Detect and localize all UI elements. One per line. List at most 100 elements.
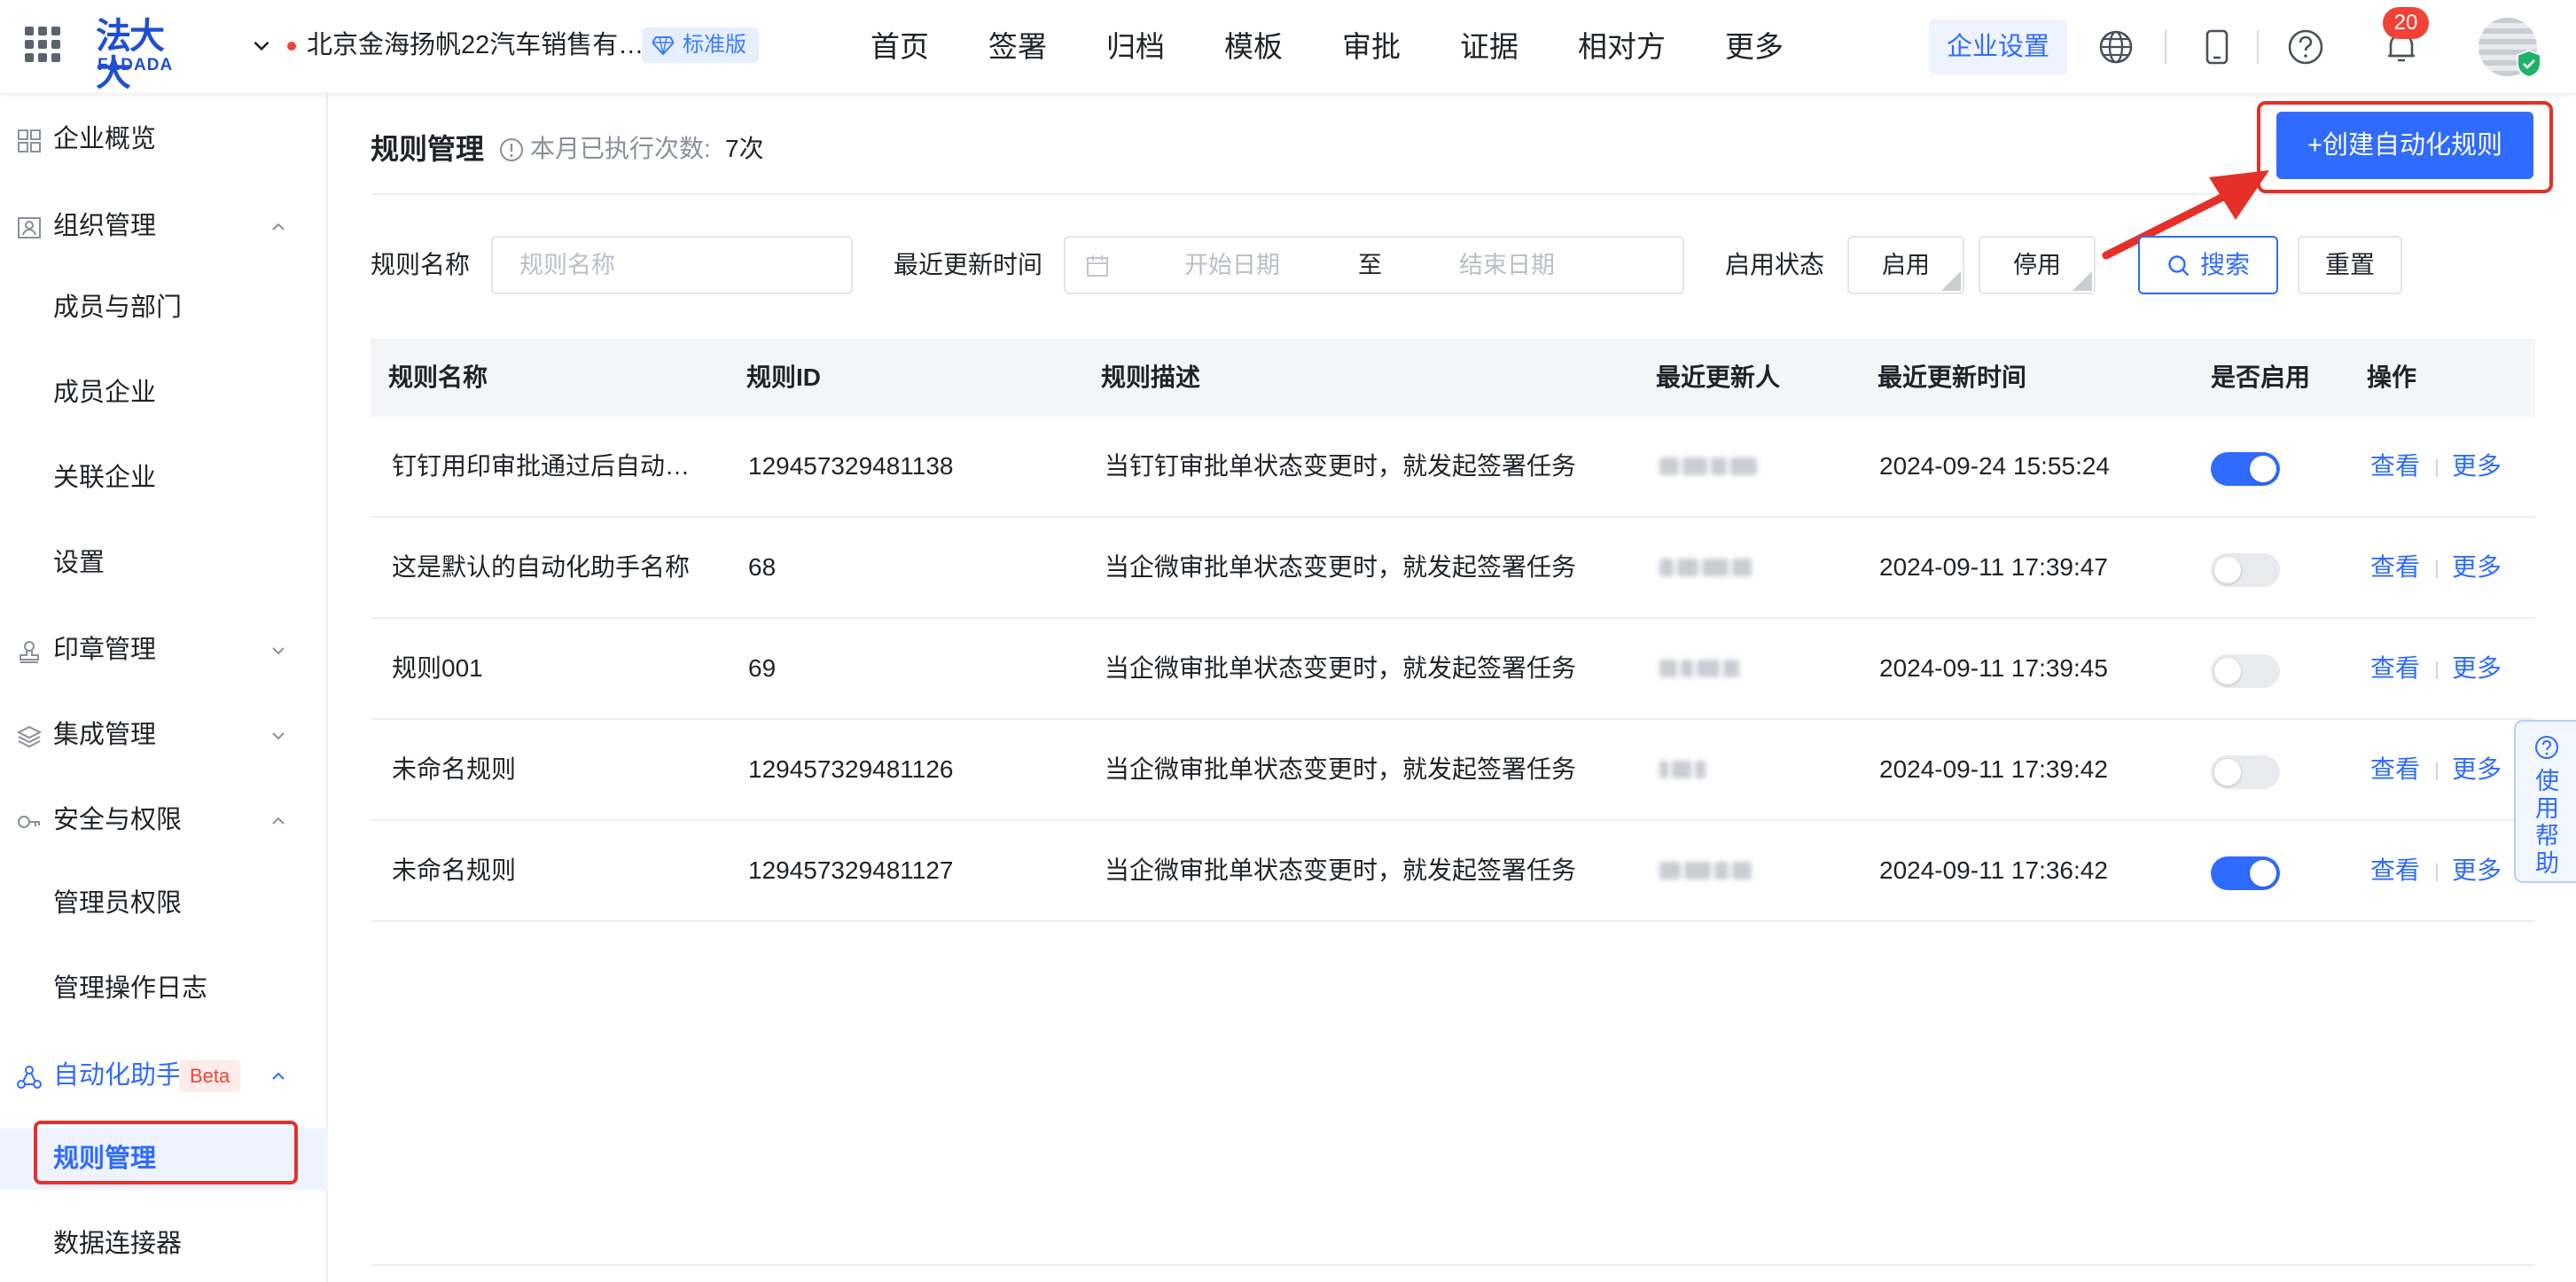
nav-evidence[interactable]: 证据 (1460, 0, 1518, 94)
start-date-placeholder: 开始日期 (1184, 252, 1280, 278)
nav-sign[interactable]: 签署 (988, 0, 1047, 94)
sidebar-item-operation-log[interactable]: 管理操作日志 (0, 958, 328, 1020)
view-link[interactable]: 查看 (2370, 720, 2420, 819)
table-body: 钉钉用印审批通过后自动… 129457329481138 当钉钉审批单状态变更时… (371, 417, 2535, 922)
view-link[interactable]: 查看 (2370, 619, 2420, 718)
nav-template[interactable]: 模板 (1224, 0, 1283, 94)
sidebar-item-label: 成员企业 (53, 379, 157, 407)
sidebar-item-overview[interactable]: 企业概览 (0, 108, 328, 170)
sidebar-item-label: 管理操作日志 (53, 974, 208, 1003)
globe-icon[interactable] (2096, 27, 2136, 67)
more-link[interactable]: 更多 (2452, 720, 2502, 819)
view-link[interactable]: 查看 (2370, 518, 2420, 617)
enable-toggle[interactable] (2211, 654, 2280, 688)
chevron-down-icon[interactable] (250, 34, 273, 57)
cell-rule-desc: 当企微审批单状态变更时，就发起签署任务 (1105, 755, 1577, 783)
search-icon (2168, 255, 2190, 277)
sidebar-item-related-companies[interactable]: 关联企业 (0, 447, 328, 509)
more-link[interactable]: 更多 (2452, 821, 2502, 920)
cell-rule-name: 未命名规则 (392, 755, 517, 783)
enable-toggle[interactable] (2211, 553, 2280, 587)
cell-updated-time: 2024-09-11 17:39:45 (1879, 654, 2108, 682)
cell-rule-id: 129457329481126 (748, 755, 954, 783)
sidebar-item-settings[interactable]: 设置 (0, 532, 328, 594)
toggle-knob (2250, 860, 2276, 887)
toggle-knob (2214, 658, 2241, 684)
sidebar-group-integration[interactable]: 集成管理 (0, 704, 328, 766)
key-icon (18, 816, 40, 828)
enterprise-settings-button[interactable]: 企业设置 (1929, 20, 2067, 74)
sidebar-item-members[interactable]: 成员与部门 (0, 277, 328, 339)
search-label: 搜索 (2200, 251, 2251, 278)
sidebar-item-member-companies[interactable]: 成员企业 (0, 362, 328, 424)
divider (2436, 560, 2438, 578)
sidebar-item-admin-permissions[interactable]: 管理员权限 (0, 872, 328, 934)
cell-updater-redacted (1659, 559, 1752, 578)
status-enabled-button[interactable]: 启用 (1847, 236, 1964, 294)
nav-counterparty[interactable]: 相对方 (1578, 0, 1666, 94)
more-link[interactable]: 更多 (2452, 619, 2502, 718)
avatar[interactable] (2478, 18, 2541, 78)
date-range-separator: 至 (1358, 252, 1382, 278)
fadada-logo[interactable]: 法大大 FADADA (96, 18, 188, 92)
table-row: 这是默认的自动化助手名称 68 当企微审批单状态变更时，就发起签署任务 2024… (371, 518, 2535, 619)
company-switcher[interactable]: 北京金海扬帆22汽车销售有… (307, 28, 644, 62)
sidebar-group-seals[interactable]: 印章管理 (0, 619, 328, 681)
search-button[interactable]: 搜索 (2138, 236, 2278, 294)
rule-name-input[interactable]: 规则名称 (491, 236, 853, 294)
rule-name-placeholder: 规则名称 (519, 252, 615, 278)
status-disabled-button[interactable]: 停用 (1979, 236, 2096, 294)
enable-toggle[interactable] (2211, 856, 2280, 890)
help-float-button[interactable]: 使用帮助 (2514, 720, 2576, 883)
nav-home[interactable]: 首页 (870, 0, 929, 94)
status-enabled-label: 启用 (1882, 252, 1930, 278)
edition-badge: 标准版 (642, 27, 759, 63)
col-header-updated-time: 最近更新时间 (1877, 363, 2027, 391)
reset-button[interactable]: 重置 (2298, 236, 2402, 294)
more-link[interactable]: 更多 (2452, 518, 2502, 617)
sidebar-item-label: 数据连接器 (53, 1230, 183, 1258)
view-link[interactable]: 查看 (2370, 821, 2420, 920)
cell-rule-desc: 当企微审批单状态变更时，就发起签署任务 (1105, 553, 1577, 581)
sidebar-group-organization[interactable]: 组织管理 (0, 195, 328, 257)
info-icon (500, 138, 523, 161)
sidebar-group-automation[interactable]: 自动化助手 Beta (0, 1044, 328, 1106)
nav-approval[interactable]: 审批 (1342, 0, 1401, 94)
cell-updated-time: 2024-09-11 17:39:42 (1879, 755, 2108, 783)
table-row: 钉钉用印审批通过后自动… 129457329481138 当钉钉审批单状态变更时… (371, 417, 2535, 518)
corner-mark (2073, 271, 2092, 291)
cell-rule-id: 129457329481127 (748, 856, 954, 884)
more-link[interactable]: 更多 (2452, 417, 2502, 516)
app-grid-icon[interactable] (25, 27, 60, 62)
sidebar-item-data-connector[interactable]: 数据连接器 (0, 1213, 328, 1275)
divider (2436, 762, 2438, 780)
help-icon[interactable] (2285, 27, 2326, 67)
date-range-picker[interactable]: 开始日期 至 结束日期 (1064, 236, 1684, 294)
stamp-icon (20, 641, 39, 663)
cell-updated-time: 2024-09-11 17:36:42 (1879, 856, 2108, 884)
calendar-icon (1087, 255, 1108, 277)
sidebar-group-security[interactable]: 安全与权限 (0, 789, 328, 851)
company-status-dot (287, 42, 296, 51)
enable-toggle[interactable] (2211, 452, 2280, 486)
nav-archive[interactable]: 归档 (1106, 0, 1165, 94)
execution-count-label: 本月已执行次数: (530, 135, 711, 162)
sidebar-item-label: 设置 (53, 549, 105, 577)
cell-rule-name: 这是默认的自动化助手名称 (392, 553, 691, 581)
mobile-icon[interactable] (2197, 27, 2237, 67)
cell-rule-id: 68 (748, 553, 777, 581)
page-title: 规则管理 (371, 133, 485, 165)
table-row: 未命名规则 129457329481126 当企微审批单状态变更时，就发起签署任… (371, 720, 2535, 821)
cell-updater-redacted (1659, 862, 1752, 881)
cell-rule-name: 未命名规则 (392, 856, 517, 884)
table-row: 未命名规则 129457329481127 当企微审批单状态变更时，就发起签署任… (371, 821, 2535, 922)
logo-cn: 法大大 (96, 17, 165, 93)
nav-more[interactable]: 更多 (1725, 0, 1784, 94)
toggle-knob (2214, 759, 2241, 786)
view-link[interactable]: 查看 (2370, 417, 2420, 516)
cell-rule-desc: 当钉钉审批单状态变更时，就发起签署任务 (1105, 452, 1577, 480)
sidebar-item-label: 集成管理 (53, 721, 157, 749)
chevron-up-icon (272, 817, 285, 825)
col-header-updater: 最近更新人 (1656, 363, 1781, 391)
enable-toggle[interactable] (2211, 755, 2280, 789)
